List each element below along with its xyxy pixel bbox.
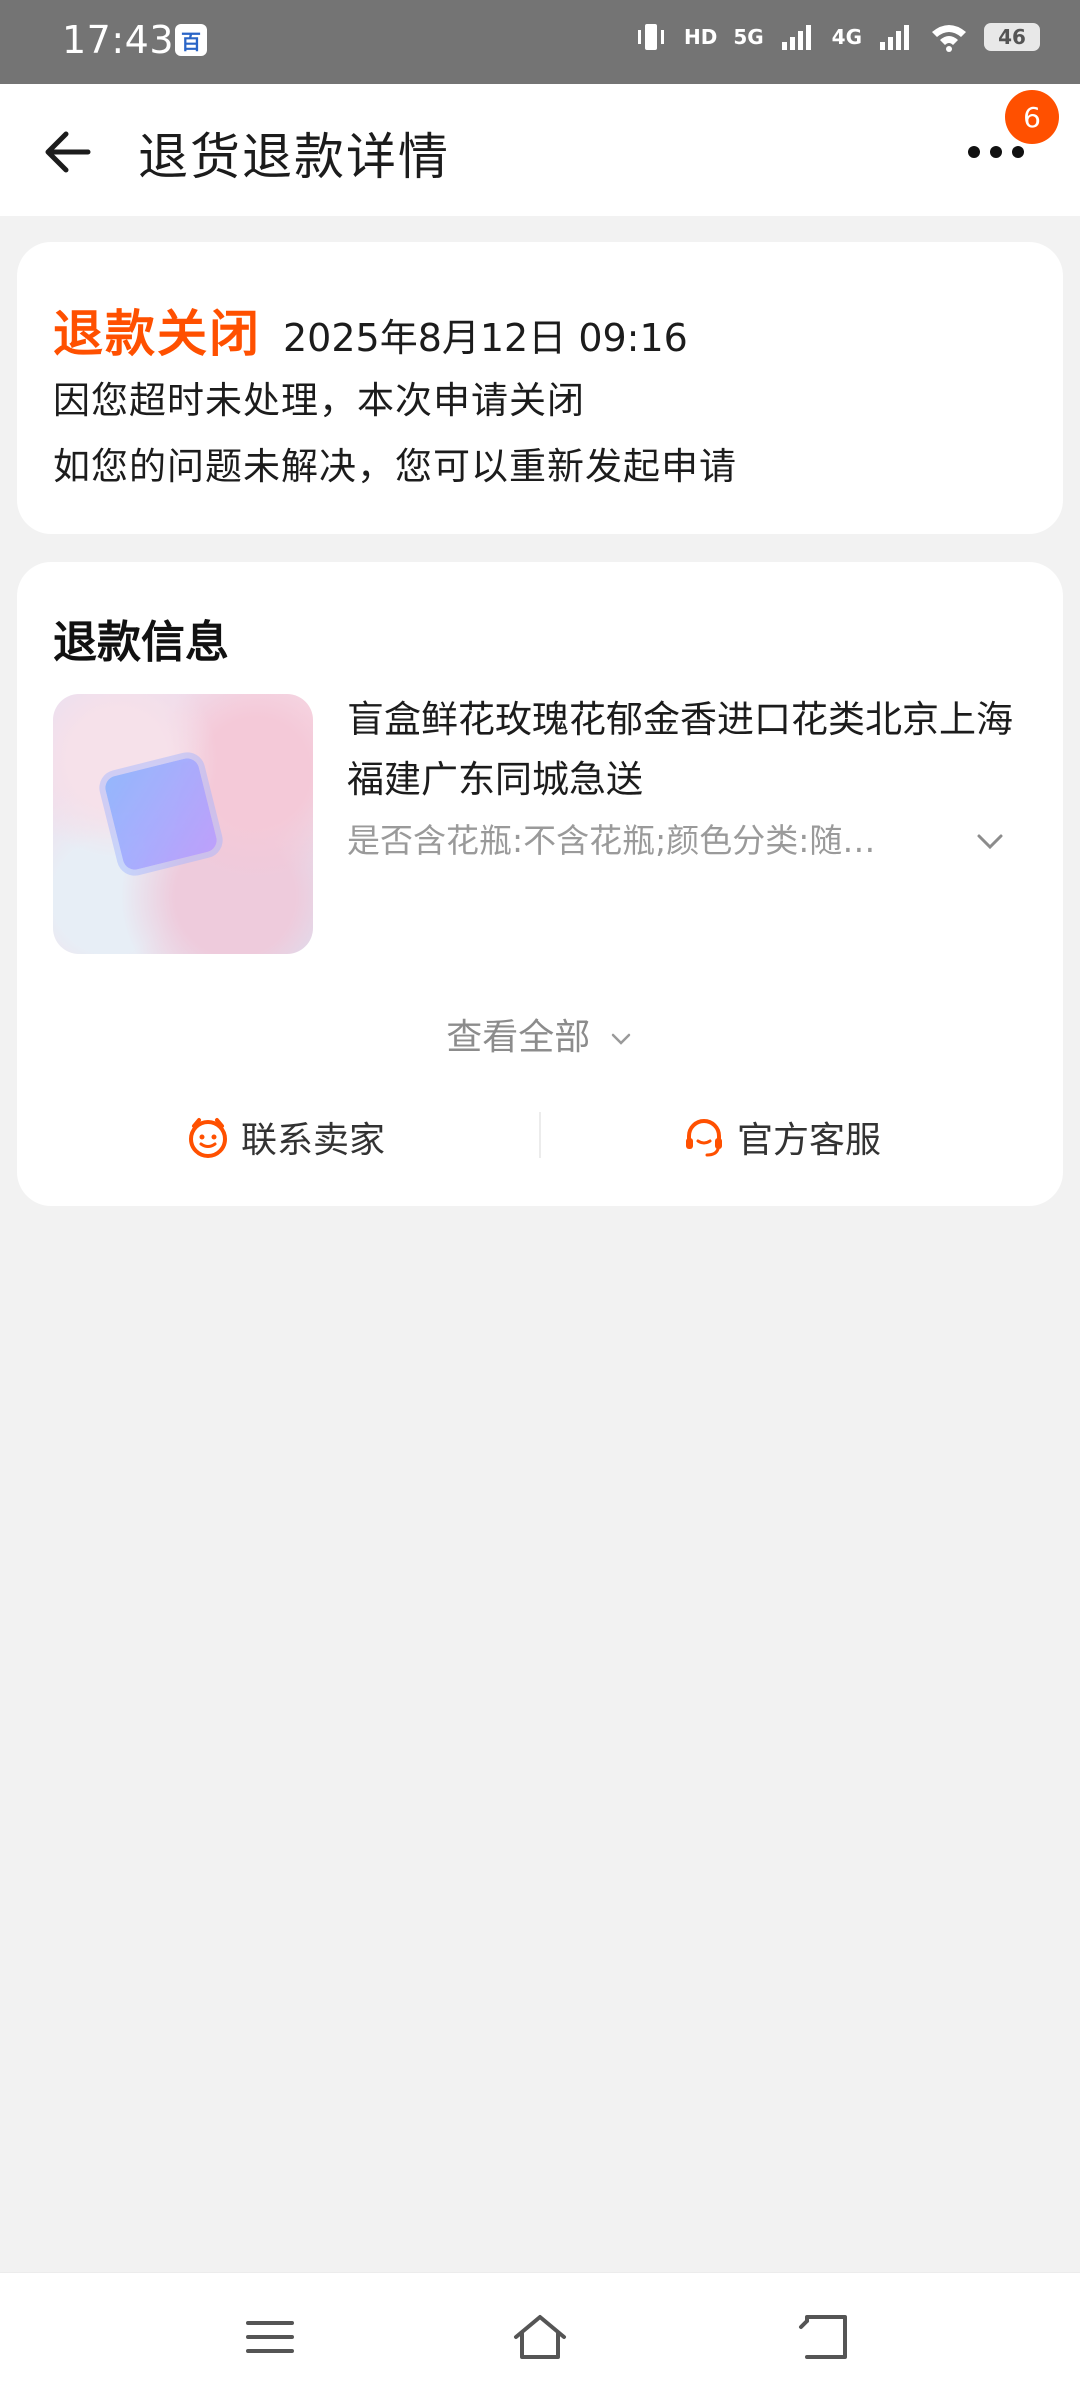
battery-level: 46 [998, 25, 1026, 49]
status-hint: 如您的问题未解决，您可以重新发起申请 [53, 445, 737, 488]
5g-label: 5G [733, 25, 764, 49]
contact-seller-button[interactable]: 联系卖家 [185, 1102, 385, 1172]
system-nav-bar [0, 2272, 1080, 2401]
vibrate-icon [637, 24, 664, 50]
status-description: 因您超时未处理，本次申请关闭 [53, 379, 585, 422]
view-all-link[interactable]: 查看全部 [17, 1008, 1063, 1060]
more-dot [968, 146, 980, 158]
signal-icon [880, 25, 909, 50]
refund-status-card: 退款关闭 2025年8月12日 09:16 因您超时未处理，本次申请关闭 如您的… [17, 242, 1063, 534]
notification-badge[interactable]: 6 [1005, 90, 1059, 144]
wifi-icon [932, 25, 966, 52]
app-header: 退货退款详情 [0, 84, 1080, 216]
contact-seller-label: 联系卖家 [241, 1120, 386, 1161]
status-time: 17:43 [62, 18, 175, 62]
more-dot [1012, 146, 1024, 158]
gift-box-graphic [102, 755, 220, 873]
status-bar: 17:43 百 HD 5G 4G 46 [0, 0, 1080, 84]
seller-smile-icon [189, 1118, 227, 1158]
back-icon[interactable] [795, 2307, 855, 2367]
product-name[interactable]: 盲盒鲜花玫瑰花郁金香进口花类北京上海福建广东同城急送 [347, 690, 1027, 810]
refund-info-card: 退款信息 盲盒鲜花玫瑰花郁金香进口花类北京上海福建广东同城急送 是否含花瓶:不含… [17, 562, 1063, 1206]
action-bar: 联系卖家 官方客服 [17, 1102, 1063, 1172]
back-arrow-icon[interactable] [40, 122, 100, 182]
more-dot [990, 146, 1002, 158]
section-title: 退款信息 [53, 617, 229, 668]
headset-icon [686, 1119, 722, 1157]
official-service-label: 官方客服 [737, 1120, 882, 1161]
app-notification-icon: 百 [175, 24, 207, 56]
status-line: 退款关闭 2025年8月12日 09:16 [53, 294, 688, 366]
chevron-down-icon[interactable] [973, 824, 1007, 858]
refund-status-title: 退款关闭 [53, 305, 261, 363]
product-sku[interactable]: 是否含花瓶:不含花瓶;颜色分类:随… [347, 814, 947, 862]
divider [539, 1112, 541, 1158]
4g-label: 4G [831, 25, 862, 49]
official-service-button[interactable]: 官方客服 [681, 1102, 881, 1172]
signal-icon [781, 25, 811, 50]
hd-label: HD [683, 25, 718, 49]
menu-icon[interactable] [240, 2307, 300, 2367]
page-title: 退货退款详情 [138, 128, 450, 186]
chevron-down-icon [611, 1033, 630, 1045]
battery-icon: 46 [984, 23, 1040, 51]
refund-status-time: 2025年8月12日 09:16 [283, 316, 688, 360]
product-image[interactable] [53, 694, 313, 954]
status-icons: HD 5G 4G 46 [634, 20, 1040, 54]
view-all-label: 查看全部 [446, 1017, 591, 1058]
home-icon[interactable] [510, 2307, 570, 2367]
